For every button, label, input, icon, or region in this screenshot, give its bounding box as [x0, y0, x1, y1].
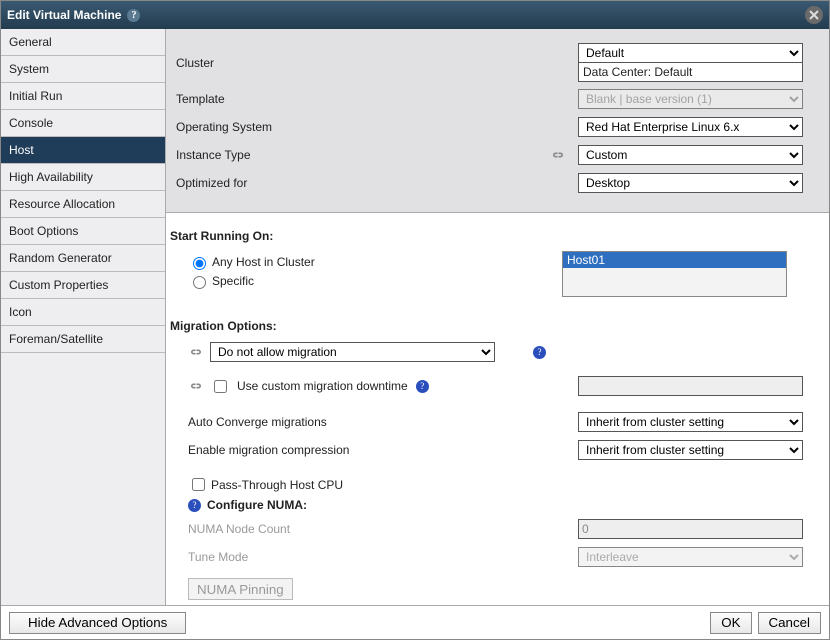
any-host-label: Any Host in Cluster [212, 255, 315, 269]
migration-mode-select[interactable]: Do not allow migration [210, 342, 495, 362]
specific-host-radio[interactable] [193, 276, 206, 289]
datacenter-text: Data Center: Default [578, 63, 803, 82]
chain-icon [188, 347, 204, 357]
custom-downtime-checkbox[interactable] [214, 380, 227, 393]
cluster-select[interactable]: Default [578, 43, 803, 63]
nav-item-general[interactable]: General [1, 29, 165, 56]
auto-converge-label: Auto Converge migrations [188, 415, 327, 429]
common-settings-pane: Cluster Default Data Center: Default Tem… [166, 29, 829, 213]
cluster-label: Cluster [176, 56, 361, 70]
cancel-button[interactable]: Cancel [758, 612, 822, 634]
numa-pinning-button: NUMA Pinning [188, 578, 293, 600]
dialog-edit-vm: Edit Virtual Machine ? GeneralSystemInit… [0, 0, 830, 640]
ok-button[interactable]: OK [710, 612, 751, 634]
nav-item-foreman-satellite[interactable]: Foreman/Satellite [1, 326, 165, 353]
host-listbox[interactable]: Host01 [562, 251, 787, 297]
titlebar: Edit Virtual Machine ? [1, 1, 829, 29]
nav-item-boot-options[interactable]: Boot Options [1, 218, 165, 245]
side-nav: GeneralSystemInitial RunConsoleHostHigh … [1, 29, 166, 605]
configure-numa-title: Configure NUMA: [207, 498, 307, 512]
host-list-item[interactable]: Host01 [563, 252, 786, 268]
content-area: Cluster Default Data Center: Default Tem… [166, 29, 829, 605]
hide-advanced-button[interactable]: Hide Advanced Options [9, 612, 186, 634]
migration-compression-label: Enable migration compression [188, 443, 349, 457]
chain-icon [550, 150, 566, 160]
nav-item-console[interactable]: Console [1, 110, 165, 137]
passthrough-cpu-checkbox[interactable] [192, 478, 205, 491]
tune-mode-label: Tune Mode [188, 550, 248, 564]
nav-item-initial-run[interactable]: Initial Run [1, 83, 165, 110]
nav-item-system[interactable]: System [1, 56, 165, 83]
start-running-on-title: Start Running On: [170, 229, 819, 243]
help-icon[interactable]: ? [127, 9, 140, 22]
template-select: Blank | base version (1) [578, 89, 803, 109]
numa-node-count-field [578, 519, 803, 539]
help-icon[interactable]: ? [533, 346, 546, 359]
host-tab-pane: Start Running On: Any Host in Cluster Sp… [166, 213, 829, 605]
dialog-body: GeneralSystemInitial RunConsoleHostHigh … [1, 29, 829, 605]
custom-downtime-label: Use custom migration downtime [237, 379, 408, 393]
template-label: Template [176, 92, 361, 106]
nav-item-icon[interactable]: Icon [1, 299, 165, 326]
chain-icon [188, 381, 204, 391]
custom-downtime-field [578, 376, 803, 396]
help-icon[interactable]: ? [188, 499, 201, 512]
instance-type-label: Instance Type [176, 148, 361, 162]
tune-mode-select: Interleave [578, 547, 803, 567]
nav-item-resource-allocation[interactable]: Resource Allocation [1, 191, 165, 218]
close-icon[interactable] [805, 6, 823, 24]
nav-item-custom-properties[interactable]: Custom Properties [1, 272, 165, 299]
nav-item-host[interactable]: Host [1, 137, 165, 164]
optimized-label: Optimized for [176, 176, 361, 190]
os-label: Operating System [176, 120, 361, 134]
optimized-select[interactable]: Desktop [578, 173, 803, 193]
migration-options-title: Migration Options: [170, 319, 819, 333]
dialog-title: Edit Virtual Machine [7, 8, 121, 22]
nav-item-random-generator[interactable]: Random Generator [1, 245, 165, 272]
any-host-radio[interactable] [193, 257, 206, 270]
os-select[interactable]: Red Hat Enterprise Linux 6.x [578, 117, 803, 137]
instance-type-select[interactable]: Custom [578, 145, 803, 165]
migration-compression-select[interactable]: Inherit from cluster setting [578, 440, 803, 460]
passthrough-cpu-label: Pass-Through Host CPU [211, 478, 343, 492]
numa-node-count-label: NUMA Node Count [188, 522, 290, 536]
auto-converge-select[interactable]: Inherit from cluster setting [578, 412, 803, 432]
specific-host-label: Specific [212, 274, 254, 288]
help-icon[interactable]: ? [416, 380, 429, 393]
nav-item-high-availability[interactable]: High Availability [1, 164, 165, 191]
button-bar: Hide Advanced Options OK Cancel [1, 605, 829, 639]
